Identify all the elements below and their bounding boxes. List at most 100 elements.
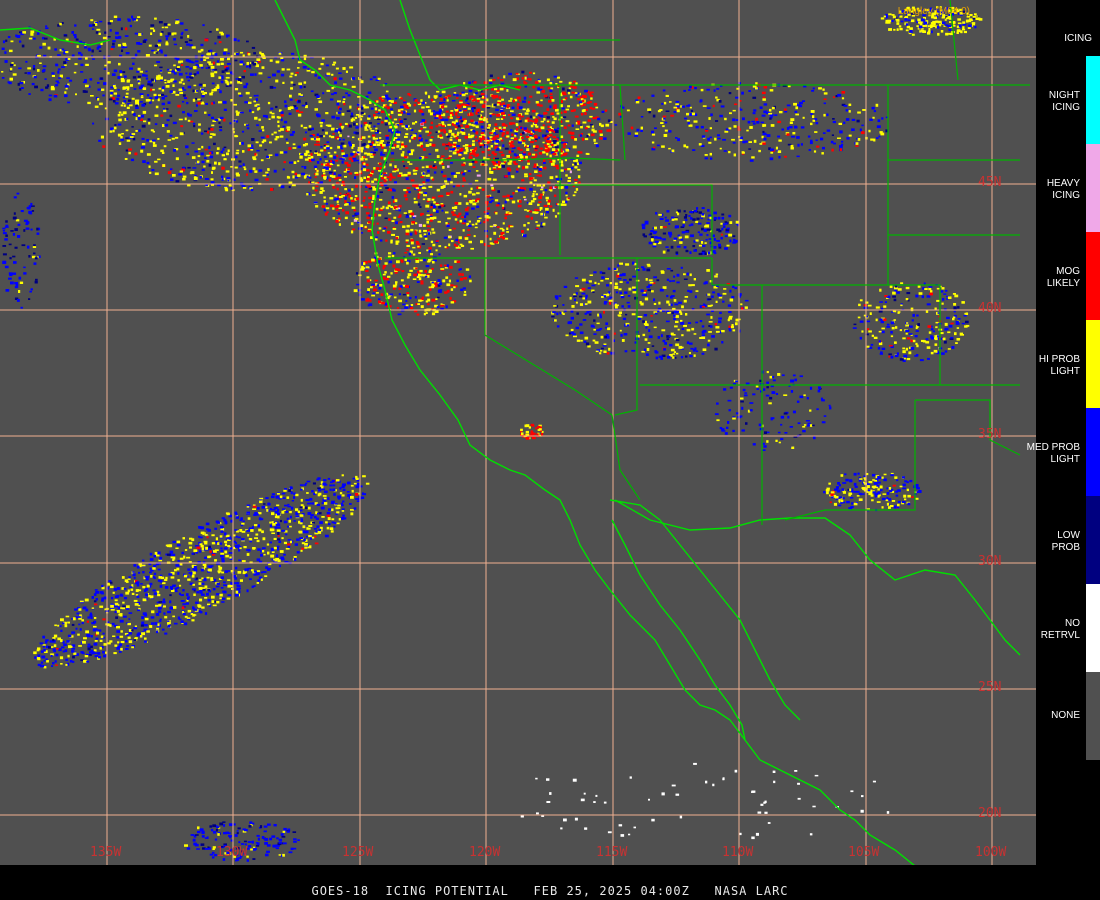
icing-pixel xyxy=(242,150,245,153)
icing-pixel xyxy=(113,15,118,18)
icing-pixel xyxy=(93,625,97,628)
icing-pixel xyxy=(383,104,386,107)
icing-pixel xyxy=(91,49,94,53)
icing-pixel xyxy=(365,482,370,485)
icing-pixel xyxy=(351,152,353,156)
icing-pixel xyxy=(277,531,280,535)
icing-pixel xyxy=(680,321,685,325)
icing-pixel xyxy=(361,492,364,496)
icing-pixel xyxy=(279,495,283,499)
icing-pixel xyxy=(468,89,473,93)
icing-pixel xyxy=(415,167,419,170)
icing-pixel xyxy=(366,291,370,294)
icing-pixel xyxy=(512,78,517,82)
icing-pixel xyxy=(296,110,300,113)
icing-pixel xyxy=(341,474,344,477)
icing-pixel xyxy=(94,105,99,108)
icing-pixel xyxy=(520,115,524,118)
icing-pixel xyxy=(271,532,275,534)
icing-pixel xyxy=(387,230,391,234)
icing-pixel xyxy=(192,588,196,591)
icing-pixel xyxy=(372,76,377,79)
icing-pixel xyxy=(425,130,429,133)
icing-pixel xyxy=(314,108,318,111)
icing-pixel xyxy=(533,163,537,167)
icing-pixel xyxy=(164,632,168,635)
icing-pixel xyxy=(449,112,453,115)
icing-pixel xyxy=(574,179,578,181)
icing-pixel xyxy=(308,128,312,131)
icing-pixel xyxy=(355,173,359,176)
icing-pixel xyxy=(592,117,596,120)
icing-pixel xyxy=(470,119,474,122)
icing-pixel xyxy=(403,212,407,214)
icing-pixel xyxy=(718,317,722,320)
icing-pixel xyxy=(532,166,537,168)
icing-pixel xyxy=(589,274,593,276)
icing-pixel xyxy=(599,352,602,355)
icing-pixel xyxy=(223,590,227,594)
icing-pixel xyxy=(572,80,576,83)
icing-pixel xyxy=(462,185,465,187)
icing-pixel xyxy=(111,73,116,76)
icing-pixel xyxy=(412,169,416,172)
icing-pixel xyxy=(680,356,684,359)
icing-pixel xyxy=(481,163,485,166)
icing-pixel xyxy=(521,136,524,139)
icing-pixel xyxy=(554,146,559,149)
icing-pixel xyxy=(373,143,377,146)
icing-pixel xyxy=(459,148,464,151)
icing-pixel xyxy=(546,116,550,119)
icing-pixel xyxy=(238,559,242,562)
icing-pixel xyxy=(476,220,481,223)
icing-pixel xyxy=(317,76,321,79)
icing-pixel xyxy=(117,587,120,590)
icing-pixel xyxy=(271,115,275,119)
icing-pixel xyxy=(338,179,342,181)
icing-pixel xyxy=(150,88,153,92)
icing-pixel xyxy=(375,132,379,134)
icing-pixel xyxy=(452,213,457,216)
icing-pixel xyxy=(303,137,307,141)
icing-pixel xyxy=(216,63,221,66)
icing-pixel xyxy=(256,539,260,543)
icing-pixel xyxy=(323,196,326,199)
icing-pixel xyxy=(147,118,151,121)
icing-pixel xyxy=(158,87,162,90)
icing-pixel xyxy=(597,117,601,121)
icing-pixel xyxy=(257,524,260,528)
icing-pixel xyxy=(527,159,530,163)
icing-pixel xyxy=(354,171,359,174)
icing-pixel xyxy=(142,612,147,616)
icing-pixel xyxy=(441,121,445,124)
icing-pixel xyxy=(235,155,238,159)
icing-pixel xyxy=(116,594,120,597)
icing-pixel xyxy=(484,218,489,222)
icing-pixel xyxy=(352,215,355,217)
icing-pixel xyxy=(536,166,539,169)
icing-pixel xyxy=(564,97,568,100)
icing-pixel xyxy=(151,49,155,52)
icing-pixel xyxy=(343,170,347,173)
icing-pixel xyxy=(249,540,252,543)
icing-pixel xyxy=(435,204,440,206)
icing-pixel xyxy=(456,246,461,249)
icing-pixel xyxy=(329,488,332,491)
icing-pixel xyxy=(398,214,402,217)
icing-pixel xyxy=(288,489,292,492)
icing-pixel xyxy=(284,533,288,536)
icing-pixel xyxy=(579,134,582,137)
icing-pixel xyxy=(145,70,148,73)
icing-pixel xyxy=(367,288,370,292)
icing-pixel xyxy=(154,44,158,48)
icing-pixel xyxy=(594,142,598,145)
icing-pixel xyxy=(449,297,452,300)
icing-pixel xyxy=(525,165,529,169)
icing-pixel xyxy=(149,171,152,174)
icing-pixel xyxy=(570,328,574,332)
icing-pixel xyxy=(117,114,121,117)
icing-pixel xyxy=(388,260,393,264)
icing-pixel xyxy=(316,136,319,139)
icing-pixel xyxy=(339,123,342,126)
icing-pixel xyxy=(247,534,250,537)
